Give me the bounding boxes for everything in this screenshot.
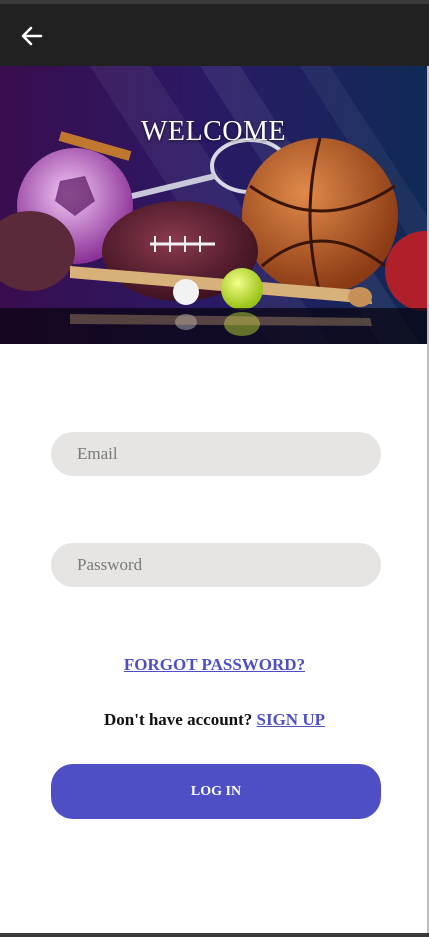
welcome-title: WELCOME <box>140 116 287 147</box>
signup-prompt: Don't have account? <box>103 710 253 729</box>
signup-link[interactable]: SIGN UP <box>257 710 325 729</box>
password-field[interactable] <box>51 543 381 587</box>
top-bar <box>0 4 429 66</box>
sports-balls-image <box>0 66 427 344</box>
app-frame: WELCOME FORGOT PASSWORD? Don't have acco… <box>0 4 429 933</box>
email-field[interactable] <box>51 432 381 476</box>
hero-banner: WELCOME <box>0 66 427 344</box>
login-button[interactable]: LOG IN <box>51 764 381 819</box>
signup-row: Don't have account? SIGN UP <box>0 710 429 730</box>
arrow-left-icon <box>21 26 43 46</box>
forgot-password-link[interactable]: FORGOT PASSWORD? <box>0 655 429 675</box>
back-button[interactable] <box>14 20 50 52</box>
